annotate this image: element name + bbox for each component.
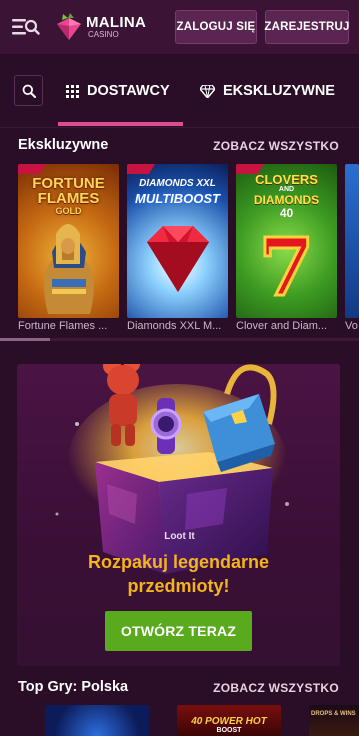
logo-name: MALINA xyxy=(86,14,147,31)
carousel-scroll-thumb[interactable] xyxy=(0,338,50,341)
game-art-seven: 7 xyxy=(257,220,316,314)
see-all-exclusive-link[interactable]: ZOBACZ WSZYSTKO xyxy=(213,139,339,153)
search-icon xyxy=(22,84,36,98)
promo-brand: Loot It xyxy=(164,531,195,542)
game-card[interactable]: 40 POWER HOT BOOST xyxy=(177,705,281,736)
tab-exclusive-label: EKSKLUZYWNE xyxy=(223,83,335,99)
game-card[interactable] xyxy=(345,164,359,318)
tab-providers[interactable]: DOSTAWCY xyxy=(66,76,170,106)
see-all-top-games-link[interactable]: ZOBACZ WSZYSTKO xyxy=(213,681,339,695)
game-card[interactable]: CLOVERS AND DIAMONDS 40 7 xyxy=(236,164,337,318)
top-bar: MALINA CASINO ZALOGUJ SIĘ ZAREJESTRUJ xyxy=(0,0,359,54)
game-card-title[interactable]: Clover and Diam... xyxy=(236,320,337,332)
promo-title-line: Rozpakuj legendarne xyxy=(87,552,270,572)
game-art-text: 40 xyxy=(279,206,294,220)
game-art-text: BOOST xyxy=(216,727,242,734)
menu-icon[interactable] xyxy=(12,15,40,39)
raspberry-logo-icon xyxy=(57,13,81,40)
register-button[interactable]: ZAREJESTRUJ xyxy=(264,10,349,44)
grid-icon xyxy=(66,84,79,98)
game-card-title[interactable]: Fortune Flames ... xyxy=(18,320,119,332)
game-art-text: CLOVERS xyxy=(255,172,318,187)
login-button[interactable]: ZALOGUJ SIĘ xyxy=(175,10,257,44)
tab-providers-label: DOSTAWCY xyxy=(87,83,170,99)
active-tab-indicator xyxy=(58,122,183,126)
game-card[interactable] xyxy=(45,705,149,736)
game-art-text: 40 POWER HOT xyxy=(191,716,267,727)
game-art-text: MULTIBOOST xyxy=(135,191,220,206)
category-nav: DOSTAWCY EKSKLUZYWNE xyxy=(0,54,359,128)
game-art-text: DROPS & WINS xyxy=(311,711,356,717)
diamond-icon xyxy=(200,84,215,98)
open-now-button[interactable]: OTWÓRZ TERAZ xyxy=(105,611,252,651)
section-title-exclusive: Ekskluzywne xyxy=(18,137,109,153)
game-art-text: DIAMONDS XXL xyxy=(139,178,216,189)
tab-exclusive[interactable]: EKSKLUZYWNE xyxy=(200,76,335,106)
game-card[interactable]: DIAMONDS XXL MULTIBOOST xyxy=(127,164,228,318)
logo-subtitle: CASINO xyxy=(88,30,119,39)
game-card[interactable]: FORTUNE FLAMES GOLD xyxy=(18,164,119,318)
game-card-title[interactable]: Diamonds XXL M... xyxy=(127,320,228,332)
game-card-title[interactable]: Vo xyxy=(345,320,359,332)
logo[interactable]: MALINA CASINO xyxy=(54,10,154,44)
carousel-scroll-track[interactable] xyxy=(0,338,359,341)
promo-title: Rozpakuj legendarne przedmioty! xyxy=(17,550,340,598)
search-button[interactable] xyxy=(14,75,43,106)
game-art-text: FLAMES xyxy=(37,190,100,207)
promo-title-line: przedmioty! xyxy=(127,576,230,596)
game-art-text: GOLD xyxy=(55,206,82,216)
section-title-top-games: Top Gry: Polska xyxy=(18,679,129,695)
game-card[interactable]: DROPS & WINS xyxy=(309,705,359,736)
game-art-text: FORTUNE xyxy=(32,175,105,192)
